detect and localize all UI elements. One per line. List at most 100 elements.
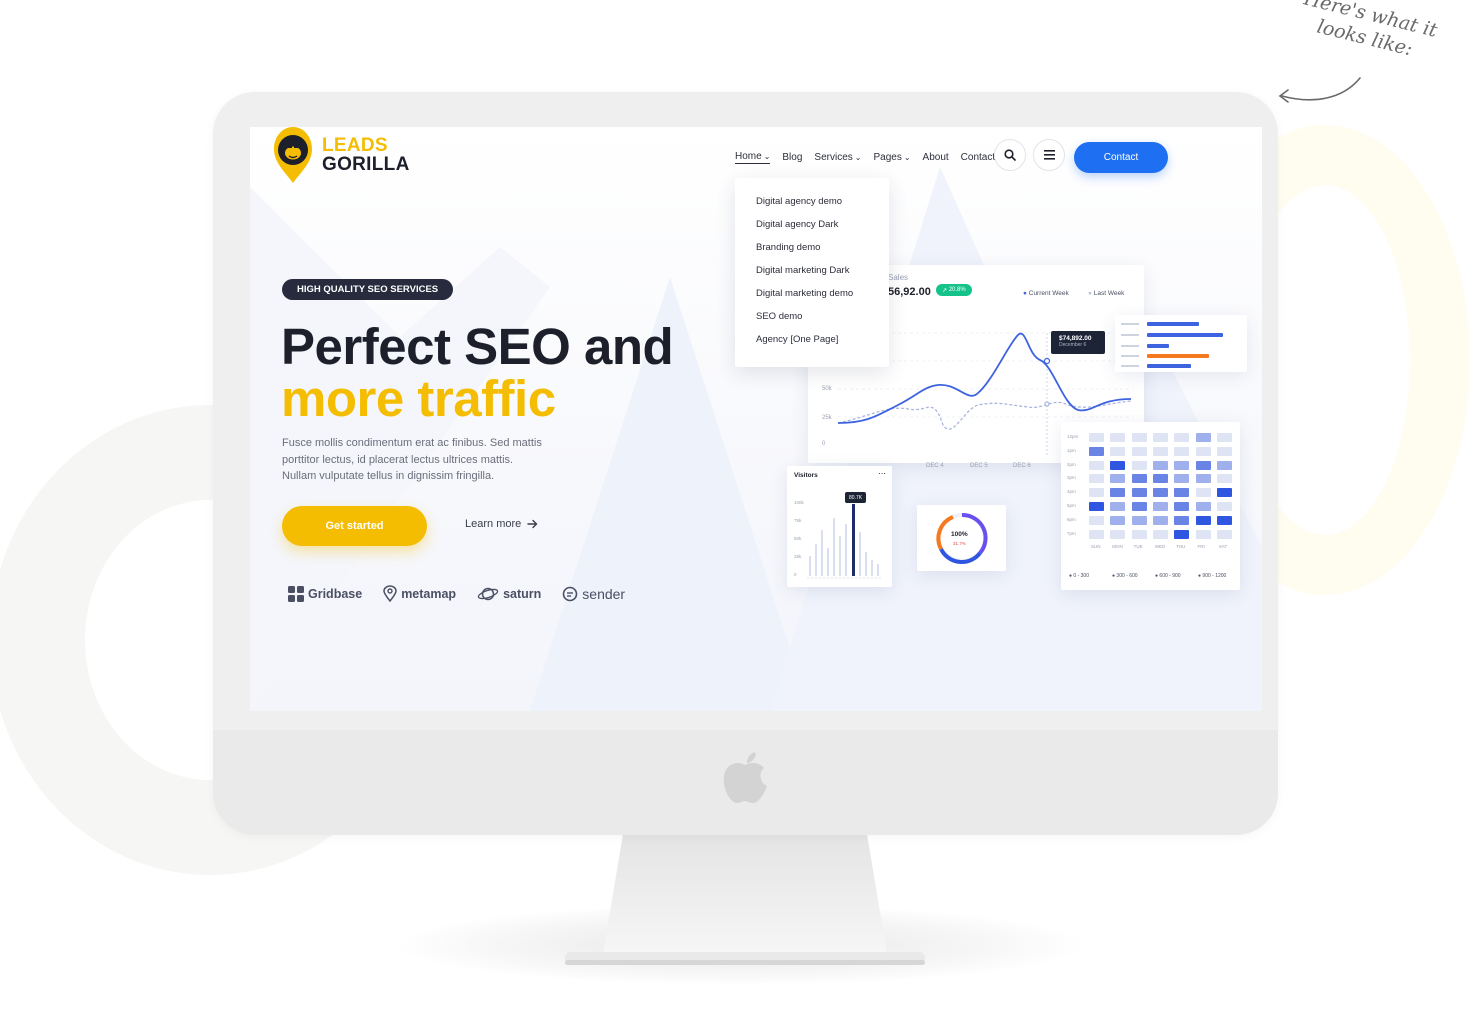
tooltip-date: December 6 (1059, 342, 1087, 348)
hero-desc-line: Fusce mollis condimentum erat ac finibus… (282, 437, 542, 449)
menu-button[interactable] (1033, 139, 1065, 171)
heatmap-cell (1152, 502, 1168, 511)
dropdown-item[interactable]: Digital marketing demo (756, 288, 889, 311)
heatmap-cell (1174, 529, 1190, 539)
heatmap-row-label: 1pm (1067, 447, 1076, 453)
donut-sub: 31.7% (953, 541, 966, 546)
apple-logo-icon (723, 752, 767, 803)
heatmap-cell (1089, 460, 1104, 470)
logo[interactable]: LEADS GORILLA (274, 127, 410, 183)
heatmap-cell (1152, 515, 1168, 525)
heatmap-cell (1110, 446, 1126, 456)
heatmap-cell (1174, 460, 1190, 470)
heatmap-cell (1089, 529, 1104, 539)
heatmap-col-label: FRI (1197, 544, 1205, 549)
nav-item-pages[interactable]: Pages ⌄ (873, 151, 910, 164)
heatmap-cell (1089, 433, 1104, 442)
donut-chart-card: 100% 31.7% (917, 505, 1006, 571)
nav-item-contact[interactable]: Contact (961, 151, 995, 164)
dropdown-item[interactable]: Digital agency demo (756, 196, 889, 219)
brand-metamap: metamap (383, 585, 456, 602)
nav-about-label: About (922, 152, 949, 163)
visitors-y-ticks: 100k 75k 50k 25k 0 (794, 494, 804, 584)
heatmap-col-label: THU (1176, 544, 1186, 549)
heatmap-cell (1131, 488, 1147, 498)
heatmap-cell (1195, 446, 1211, 456)
dropdown-item[interactable]: Digital marketing Dark (756, 265, 889, 288)
heatmap-cell (1131, 529, 1147, 539)
heatmap-cell (1174, 474, 1190, 484)
location-pin-icon (383, 585, 397, 602)
y-tick: 75k (794, 518, 802, 523)
heatmap-grid: 12pm 1pm 2pm 3pm 4pm 5pm 6pm 7pm SUN MON TUE WED THU… (1061, 422, 1240, 590)
chevron-down-icon: ⌄ (763, 152, 771, 161)
heatmap-cell (1195, 502, 1211, 511)
nav-home-label: Home (735, 151, 762, 162)
tooltip-value: $74,892.00 (1059, 335, 1092, 342)
nav-item-home[interactable]: Home ⌄ (735, 151, 771, 164)
heatmap-cell (1195, 433, 1211, 442)
contact-button[interactable]: Contact (1074, 142, 1168, 173)
dropdown-item[interactable]: Agency [One Page] (756, 334, 889, 357)
dropdown-item[interactable]: SEO demo (756, 311, 889, 334)
heatmap-cell (1131, 515, 1147, 525)
heatmap-cell (1131, 433, 1147, 442)
visitors-chart-card: Visitors ⋯ 80.7K 100k 75k 50k 25k 0 (787, 466, 892, 587)
brand-name: Gridbase (308, 586, 363, 601)
heatmap-row-label: 2pm (1067, 461, 1076, 467)
hamburger-menu-icon (1043, 150, 1055, 160)
heatmap-cell (1131, 460, 1147, 470)
logo-text-leads: LEADS (322, 135, 388, 156)
brand-saturn: saturn (477, 586, 541, 602)
x-tick: DEC 5 (970, 463, 988, 469)
heatmap-cell (1195, 529, 1211, 539)
heatmap-cell (1174, 502, 1190, 511)
search-icon (1004, 149, 1016, 161)
horizontal-bars (1121, 322, 1223, 368)
nav-item-about[interactable]: About (923, 151, 949, 164)
heatmap-row-label: 4pm (1067, 489, 1076, 495)
heatmap-cell (1195, 474, 1211, 484)
gridbase-logo-icon (288, 585, 304, 602)
get-started-button[interactable]: Get started (282, 506, 427, 546)
nav-pages-label: Pages (873, 152, 902, 163)
nav-blog-label: Blog (782, 152, 803, 163)
hero-desc-line: Nullam vulputate tellus in dignissim fri… (282, 470, 495, 482)
search-button[interactable] (994, 139, 1026, 171)
heatmap-legend-item: ● 300 - 600 (1112, 573, 1138, 579)
brand-sender: sender (562, 586, 625, 602)
nav-item-blog[interactable]: Blog (782, 151, 802, 164)
heatmap-cell (1089, 515, 1104, 525)
heatmap-row-label: 3pm (1067, 475, 1076, 481)
hero-description: Fusce mollis condimentum erat ac finibus… (282, 435, 572, 485)
monitor-stand (565, 834, 925, 965)
heatmap-cell (1174, 433, 1190, 442)
hero-title-line-1: Perfect SEO and (281, 318, 674, 375)
home-dropdown-menu: Digital agency demo Digital agency Dark … (735, 178, 889, 367)
heatmap-cell (1195, 515, 1211, 525)
heatmap-legend-item: ● 900 - 1200 (1198, 573, 1227, 579)
dropdown-item[interactable]: Digital agency Dark (756, 219, 889, 242)
heatmap-cell (1089, 446, 1104, 456)
brand-name: saturn (503, 586, 542, 601)
planet-icon (477, 587, 499, 600)
heatmap-cell (1110, 460, 1126, 470)
heatmap-cell (1089, 488, 1104, 498)
brand-logos: Gridbase metamap saturn sender (288, 585, 646, 602)
dropdown-item[interactable]: Branding demo (756, 242, 889, 265)
learn-more-link[interactable]: Learn more (465, 518, 538, 530)
heatmap-cell (1152, 474, 1168, 484)
heatmap-row-label: 7pm (1067, 530, 1076, 536)
heatmap-cell (1152, 433, 1168, 442)
visitors-tooltip: 80.7K (845, 492, 867, 503)
hero-badge: HIGH QUALITY SEO SERVICES (282, 279, 454, 300)
heatmap-row-label: 5pm (1067, 503, 1076, 508)
heatmap-cell (1174, 488, 1190, 498)
heatmap-cell (1195, 460, 1211, 470)
x-tick: DEC 6 (1013, 463, 1031, 469)
country-bars-card (1115, 315, 1247, 372)
heatmap-cell (1089, 474, 1104, 484)
nav-item-services[interactable]: Services ⌄ (814, 151, 861, 164)
logo-text-gorilla: GORILLA (322, 154, 410, 175)
hero-desc-line: porttitor lectus, id placerat lectus ult… (282, 453, 514, 466)
